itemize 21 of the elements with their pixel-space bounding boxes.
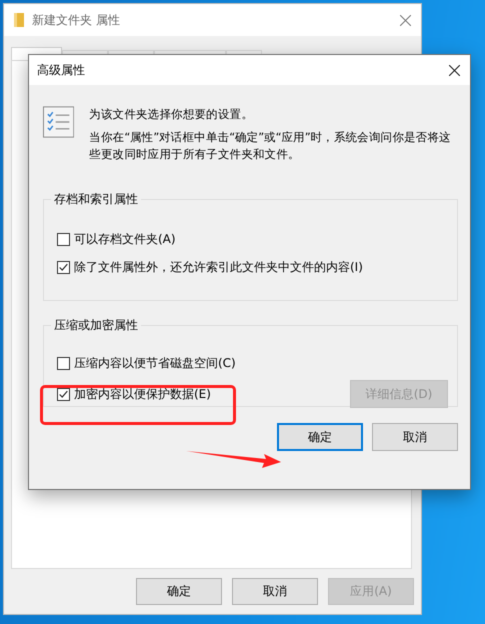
checkbox-label: 可以存档文件夹(A): [74, 230, 176, 248]
dialog-button[interactable]: 确定: [277, 423, 363, 451]
checkbox[interactable]: [57, 260, 70, 274]
group-title: 存档和索引属性: [53, 191, 139, 208]
checkbox[interactable]: [57, 388, 70, 400]
checklist-icon: [43, 106, 74, 138]
intro-text: 为该文件夹选择你想要的设置。: [89, 106, 254, 123]
dialog-button[interactable]: 取消: [372, 423, 458, 451]
checkbox[interactable]: [57, 232, 70, 246]
checkbox-label: 加密内容以便保护数据(E): [74, 386, 211, 402]
window-title: 新建文件夹 属性: [32, 12, 120, 28]
dialog-title: 高级属性: [37, 62, 85, 78]
close-icon[interactable]: [449, 64, 460, 76]
checkbox-label: 压缩内容以便节省磁盘空间(C): [74, 354, 236, 372]
dialog-button[interactable]: 取消: [232, 578, 318, 605]
group-title: 压缩或加密属性: [53, 317, 139, 334]
checkbox-label: 除了文件属性外，还允许索引此文件夹中文件的内容(I): [74, 258, 363, 276]
checkbox[interactable]: [57, 356, 70, 370]
folder-icon: [14, 13, 24, 27]
note-text: 当你在“属性”对话框中单击“确定”或“应用”时，系统会询问你是否将这些更改同时应用于所有子文件夹和文件。: [89, 129, 452, 163]
dialog-button[interactable]: 确定: [136, 578, 222, 605]
